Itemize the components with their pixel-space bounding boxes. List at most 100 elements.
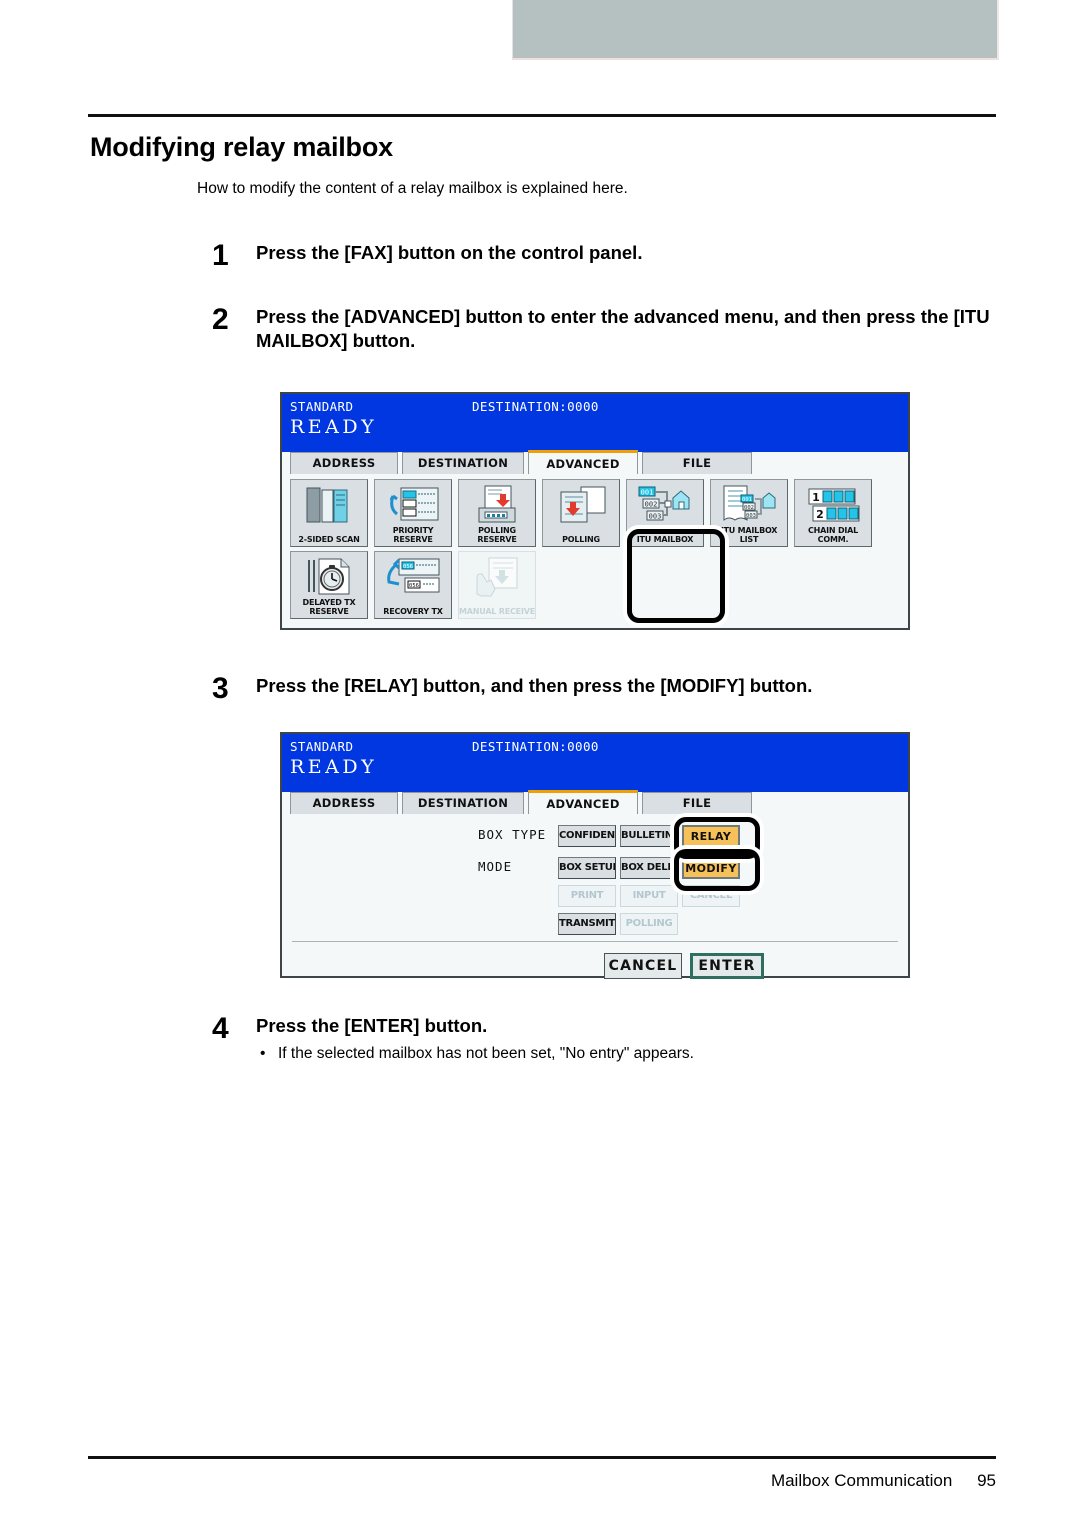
button-2-sided-scan[interactable]: 2-SIDED SCAN (290, 479, 368, 547)
polling-icon (553, 484, 609, 526)
two-sided-scan-icon (301, 484, 357, 526)
step-4-text: Press the [ENTER] button. (256, 1015, 488, 1036)
step-3: 3 Press the [RELAY] button, and then pre… (212, 674, 996, 704)
svg-text:056: 056 (409, 583, 419, 589)
button-recovery-tx[interactable]: 056 056 RECOVERY TX (374, 551, 452, 619)
lcd-tabbar-1: ADDRESS DESTINATION ADVANCED FILE (282, 450, 908, 475)
lcd-status-header-1: STANDARD DESTINATION:0000 READY (282, 394, 908, 452)
button-itu-mailbox[interactable]: 001 002 003 ITU MAILBOX (626, 479, 704, 547)
button-label: RECOVERY TX (383, 606, 443, 616)
label-box-type: BOX TYPE (478, 827, 547, 842)
button-modify[interactable]: MODIFY (682, 857, 740, 879)
lcd-mode-label-2: STANDARD (290, 739, 354, 754)
svg-text:002: 002 (645, 501, 658, 509)
lcd-status-header-2: STANDARD DESTINATION:0000 READY (282, 734, 908, 792)
button-priority-reserve[interactable]: PRIORITY RESERVE (374, 479, 452, 547)
button-relay[interactable]: RELAY (682, 825, 740, 847)
button-box-setup[interactable]: BOX SETUP (558, 857, 616, 879)
svg-text:003: 003 (649, 513, 662, 521)
manual-receive-icon (469, 556, 525, 598)
tab-address-2[interactable]: ADDRESS (290, 792, 398, 814)
lcd-content-1: 2-SIDED SCAN PRIORITY RESERVE POLLING RE… (282, 475, 908, 628)
step-1: 1 Press the [FAX] button on the control … (212, 241, 996, 271)
header-rule (88, 114, 996, 117)
step-1-text: Press the [FAX] button on the control pa… (256, 242, 643, 263)
tab-address-1[interactable]: ADDRESS (290, 452, 398, 474)
button-delayed-tx-reserve[interactable]: DELAYED TX RESERVE (290, 551, 368, 619)
svg-text:001: 001 (641, 489, 654, 497)
svg-text:001: 001 (742, 497, 752, 503)
lcd-destination-label-2: DESTINATION:0000 (472, 739, 599, 754)
step-1-number: 1 (212, 239, 229, 272)
button-label: POLLING (562, 534, 600, 544)
top-decorative-banner (512, 0, 999, 60)
page-title: Modifying relay mailbox (90, 132, 393, 162)
button-label: ITU MAILBOX (636, 534, 694, 544)
lcd-status-text-1: READY (290, 416, 378, 438)
step-4: 4 Press the [ENTER] button. • If the sel… (212, 1014, 1018, 1065)
label-mode: MODE (478, 859, 513, 874)
button-label: ITU MAILBOX LIST (720, 526, 778, 544)
tab-file-2[interactable]: FILE (642, 792, 752, 814)
priority-reserve-icon (385, 484, 441, 526)
polling-reserve-icon (469, 484, 525, 526)
footer-section-title: Mailbox Communication (770, 1471, 953, 1490)
step-2: 2 Press the [ADVANCED] button to enter t… (212, 305, 996, 354)
button-print[interactable]: PRINT (558, 885, 616, 907)
button-manual-receive[interactable]: MANUAL RECEIVE (458, 551, 536, 619)
recovery-tx-icon: 056 056 (385, 556, 441, 598)
button-label: CHAIN DIAL COMM. (807, 526, 859, 544)
step-2-text: Press the [ADVANCED] button to enter the… (256, 306, 990, 352)
tab-advanced-1[interactable]: ADVANCED (528, 450, 638, 474)
button-chain-dial-comm[interactable]: 1 2 CHAIN DIAL COMM. (794, 479, 872, 547)
footer-rule (88, 1456, 996, 1459)
button-label: POLLING RESERVE (477, 526, 517, 544)
svg-text:002: 002 (744, 505, 754, 511)
panel-divider (292, 941, 898, 942)
lcd-panel-mailbox-settings: STANDARD DESTINATION:0000 READY ADDRESS … (280, 732, 910, 979)
tab-destination-1[interactable]: DESTINATION (402, 452, 524, 474)
button-input[interactable]: INPUT (620, 885, 678, 907)
lcd-content-2: BOX TYPE MODE CONFIDENTIAL BULLETIN B RE… (282, 815, 908, 979)
button-itu-mailbox-list[interactable]: 001 002 003 ITU MAILBOX LIST (710, 479, 788, 547)
button-label: MANUAL RECEIVE (459, 606, 535, 616)
svg-text:056: 056 (403, 564, 413, 570)
svg-text:2: 2 (816, 508, 824, 521)
step-4-note: • If the selected mailbox has not been s… (256, 1044, 1018, 1065)
bullet-marker: • (260, 1045, 266, 1063)
tab-file-1[interactable]: FILE (642, 452, 752, 474)
button-bulletin-board[interactable]: BULLETIN B (620, 825, 678, 847)
delayed-tx-reserve-icon (301, 556, 357, 598)
step-2-number: 2 (212, 303, 229, 336)
advanced-function-grid: 2-SIDED SCAN PRIORITY RESERVE POLLING RE… (290, 479, 904, 619)
button-polling-mode[interactable]: POLLING (620, 913, 678, 935)
button-confidential[interactable]: CONFIDENTIAL (558, 825, 616, 847)
itu-mailbox-icon: 001 002 003 (637, 484, 693, 526)
button-box-delete[interactable]: BOX DELET (620, 857, 678, 879)
lcd-status-text-2: READY (290, 756, 378, 778)
button-enter[interactable]: ENTER (690, 953, 764, 979)
lcd-tabbar-2: ADDRESS DESTINATION ADVANCED FILE (282, 790, 908, 815)
chain-dial-comm-icon: 1 2 (805, 484, 861, 526)
step-4-note-text: If the selected mailbox has not been set… (278, 1045, 694, 1063)
button-label: DELAYED TX RESERVE (302, 598, 356, 616)
itu-mailbox-list-icon: 001 002 003 (721, 484, 777, 526)
svg-text:1: 1 (812, 491, 820, 504)
tab-destination-2[interactable]: DESTINATION (402, 792, 524, 814)
step-3-text: Press the [RELAY] button, and then press… (256, 675, 813, 696)
button-transmit[interactable]: TRANSMIT (558, 913, 616, 935)
footer-page-number: 95 (977, 1471, 996, 1490)
tab-advanced-2[interactable]: ADVANCED (528, 790, 638, 814)
page-footer: Mailbox Communication 95 (88, 1471, 996, 1491)
intro-paragraph: How to modify the content of a relay mai… (197, 180, 628, 197)
lcd-mode-label-1: STANDARD (290, 399, 354, 414)
button-cancel[interactable]: CANCEL (604, 953, 682, 979)
button-label: PRIORITY RESERVE (392, 526, 434, 544)
button-polling[interactable]: POLLING (542, 479, 620, 547)
button-label: 2-SIDED SCAN (298, 534, 360, 544)
step-3-number: 3 (212, 672, 229, 705)
button-cancel-mode[interactable]: CANCEL (682, 885, 740, 907)
lcd-panel-advanced-menu: STANDARD DESTINATION:0000 READY ADDRESS … (280, 392, 910, 630)
button-polling-reserve[interactable]: POLLING RESERVE (458, 479, 536, 547)
step-4-number: 4 (212, 1012, 229, 1045)
